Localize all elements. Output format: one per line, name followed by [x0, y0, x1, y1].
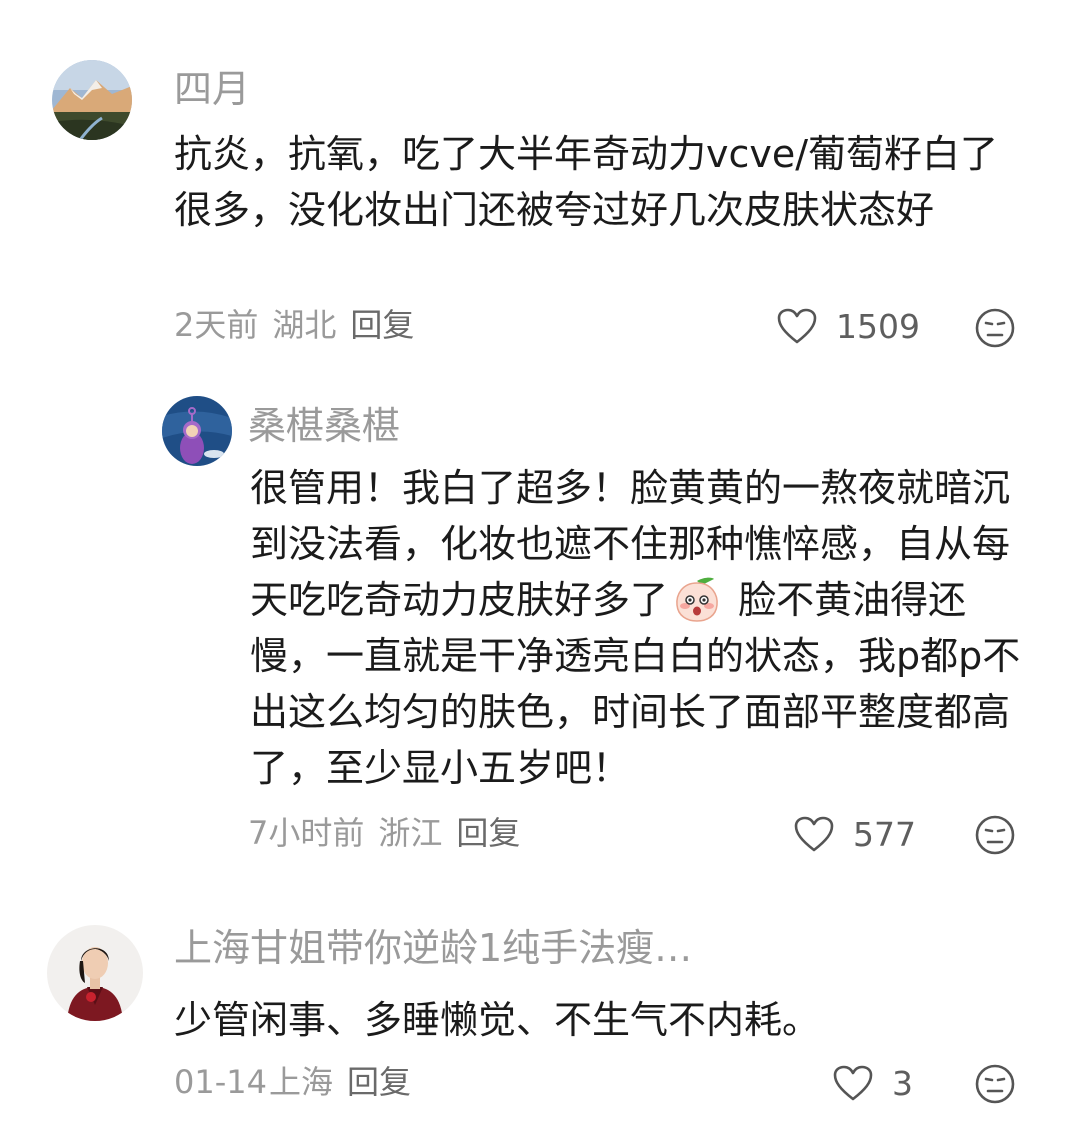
reply-button[interactable]: 回复 [456, 814, 520, 852]
comment-meta: 7小时前 浙江 回复 [248, 817, 534, 849]
reply-button[interactable]: 回复 [347, 1063, 411, 1101]
comment-location: 湖北 [272, 306, 337, 344]
woman-avatar-image [47, 925, 143, 1021]
mountain-avatar-image [52, 60, 132, 140]
comment-meta: 01-14上海 回复 [174, 1066, 425, 1098]
comment-time: 01-14 [174, 1063, 267, 1101]
sad-face-icon[interactable] [974, 814, 1016, 856]
like-count: 1509 [836, 306, 920, 346]
sad-face-icon[interactable] [974, 307, 1016, 349]
comment-author[interactable]: 四月 [174, 70, 250, 108]
peach-emoji-icon [676, 577, 718, 622]
comment-text: 少管闲事、多睡懒觉、不生气不内耗。 [174, 998, 821, 1042]
sad-face-icon[interactable] [974, 1063, 1016, 1105]
comment-location: 上海 [268, 1063, 333, 1101]
like-button[interactable]: 1509 [776, 307, 920, 345]
heart-icon [777, 308, 817, 344]
teletubby-avatar-image [162, 396, 232, 466]
comment-author[interactable]: 上海甘姐带你逆龄1纯手法瘦… [174, 929, 692, 967]
like-button[interactable]: 577 [793, 815, 916, 853]
heart-icon [794, 816, 834, 852]
comment-text: 抗炎，抗氧，吃了大半年奇动力vcve/葡萄籽白了很多，没化妆出门还被夸过好几次皮… [174, 132, 999, 232]
reply-button[interactable]: 回复 [350, 306, 414, 344]
heart-icon [833, 1065, 873, 1101]
avatar[interactable] [47, 925, 143, 1021]
comment-time: 7小时前 [248, 814, 365, 852]
like-count: 577 [853, 814, 916, 854]
comment-time: 2天前 [174, 306, 259, 344]
comment-author[interactable]: 桑椹桑椹 [248, 407, 400, 445]
avatar[interactable] [52, 60, 132, 140]
like-count: 3 [892, 1063, 913, 1103]
comment-text: 很管用！我白了超多！脸黄黄的一熬夜就暗沉到没法看，化妆也遮不住那种憔悴感，自从每… [250, 460, 1030, 796]
comment-meta: 2天前 湖北 回复 [174, 309, 428, 341]
avatar[interactable] [162, 396, 232, 466]
comment-location: 浙江 [378, 814, 443, 852]
like-button[interactable]: 3 [832, 1064, 913, 1102]
